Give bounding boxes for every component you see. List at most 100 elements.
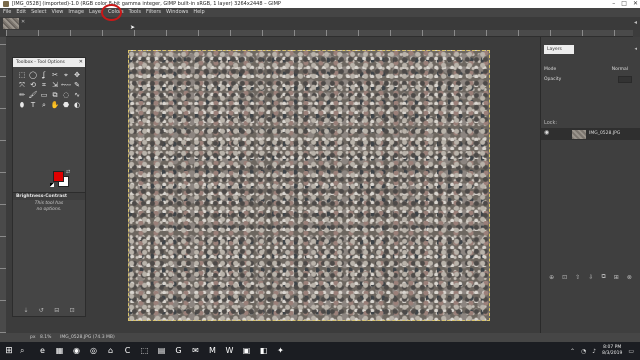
mail-icon[interactable]: ✉	[189, 344, 202, 358]
pencil-tool-icon[interactable]: ✎	[72, 81, 82, 90]
toolbox-tab[interactable]: Toolbox - Tool Options ✕	[13, 58, 85, 67]
volume-icon[interactable]: ♪	[592, 348, 596, 355]
warp-tool-icon[interactable]: ⬳	[61, 81, 71, 90]
text-tool-icon[interactable]: T	[28, 101, 38, 110]
foreground-color-swatch[interactable]	[53, 171, 64, 182]
menu-view[interactable]: View	[52, 8, 64, 17]
tool-options-footer: ⇣ ↺ ⊟ ⊡	[13, 304, 85, 316]
chevron-up-icon[interactable]: ⌃	[570, 348, 575, 355]
clock[interactable]: 8:07 PM 8/3/2019	[602, 345, 622, 357]
bucket-fill-tool-icon[interactable]: ⬣	[61, 101, 71, 110]
chrome-icon[interactable]: ◉	[70, 344, 83, 358]
zoom-tool-icon[interactable]: ⌕	[39, 101, 49, 110]
g-app-icon[interactable]: G	[172, 344, 185, 358]
image-canvas[interactable]	[128, 50, 490, 321]
close-icon[interactable]: ✕	[633, 0, 638, 8]
m-app-icon[interactable]: M	[206, 344, 219, 358]
tabs-menu-icon[interactable]: ◂	[634, 19, 637, 26]
layers-menu-icon[interactable]: ◂	[634, 46, 637, 52]
home-icon[interactable]: ⌂	[104, 344, 117, 358]
menu-help[interactable]: Help	[193, 8, 204, 17]
edge-icon[interactable]: e	[36, 344, 49, 358]
crop-tool-icon[interactable]: ⌗	[39, 81, 49, 90]
layer-name[interactable]: IMG_0528.JPG	[589, 128, 620, 140]
window-app-icon[interactable]: ⬚	[138, 344, 151, 358]
statusbar: px 8.1% IMG_0528.JPG (74.3 MB)	[0, 333, 640, 342]
windows-start-icon[interactable]: ⊞	[3, 345, 15, 357]
menu-tools[interactable]: Tools	[129, 8, 141, 17]
move-tool-icon[interactable]: ✥	[72, 71, 82, 80]
duplicate-layer-icon[interactable]: ⧉	[601, 273, 605, 281]
raise-layer-icon[interactable]: ⇧	[575, 274, 580, 281]
free-select-tool-icon[interactable]: ʆ	[39, 71, 49, 80]
mode-label: Mode	[544, 67, 557, 72]
app-icon[interactable]: ▣	[240, 344, 253, 358]
restore-options-icon[interactable]: ↺	[39, 307, 44, 314]
dodge-tool-icon[interactable]: ⬮	[17, 101, 27, 110]
explorer-icon[interactable]: ▦	[53, 344, 66, 358]
calculator-icon[interactable]: ▤	[155, 344, 168, 358]
delete-layer-icon[interactable]: ⊗	[627, 274, 632, 281]
gimp-taskbar-icon[interactable]: ◧	[257, 344, 270, 358]
blur-tool-icon[interactable]: ◌	[61, 91, 71, 100]
align-tool-icon[interactable]: ⤧	[17, 81, 27, 90]
smudge-tool-icon[interactable]: ∿	[72, 91, 82, 100]
anchor-layer-icon[interactable]: ⊞	[614, 274, 619, 281]
star-app-icon[interactable]: ✦	[274, 344, 287, 358]
menubar: File Edit Select View Image Layer Colors…	[0, 8, 640, 17]
clone-tool-icon[interactable]: ⧉	[50, 91, 60, 100]
mode-select[interactable]: Normal	[612, 65, 628, 74]
layer-item[interactable]: ◉ IMG_0528.JPG	[541, 128, 640, 140]
fuzzy-select-tool-icon[interactable]: ⌖	[61, 71, 71, 80]
delete-options-icon[interactable]: ⊟	[54, 307, 59, 314]
tab-close-icon[interactable]: ✕	[21, 19, 25, 25]
window-titlebar[interactable]: [IMG_0528] (imported)-1.0 (RGB color 8-b…	[0, 0, 640, 8]
status-file-info: IMG_0528.JPG (74.3 MB)	[60, 335, 115, 340]
rect-select-tool-icon[interactable]: ⬚	[17, 71, 27, 80]
new-group-icon[interactable]: ⊡	[562, 274, 567, 281]
word-icon[interactable]: W	[223, 344, 236, 358]
minimize-icon[interactable]: –	[612, 0, 615, 8]
ellipse-select-tool-icon[interactable]: ◯	[28, 71, 38, 80]
horizontal-ruler[interactable]	[6, 30, 633, 37]
rotate-tool-icon[interactable]: ⟲	[28, 81, 38, 90]
menu-image[interactable]: Image	[68, 8, 84, 17]
system-tray: ⌃ ◔ ♪ 8:07 PM 8/3/2019 ▭	[570, 343, 634, 359]
window-title: [IMG_0528] (imported)-1.0 (RGB color 8-b…	[12, 1, 281, 7]
lower-layer-icon[interactable]: ⇩	[588, 274, 593, 281]
scale-tool-icon[interactable]: ⇲	[50, 81, 60, 90]
layers-panel: Layers ◂ Mode Normal Opacity Lock: ◉ IMG…	[540, 37, 640, 333]
menu-filters[interactable]: Filters	[146, 8, 161, 17]
maximize-icon[interactable]: □	[621, 0, 627, 8]
save-options-icon[interactable]: ⇣	[23, 307, 28, 314]
firefox-icon[interactable]: ◎	[87, 344, 100, 358]
layers-tab[interactable]: Layers	[544, 45, 574, 54]
mode-row: Mode Normal	[544, 65, 638, 74]
menu-file[interactable]: File	[3, 8, 11, 17]
unit-select[interactable]: px	[30, 333, 36, 342]
reset-options-icon[interactable]: ⊡	[70, 307, 75, 314]
c-app-icon[interactable]: C	[121, 344, 134, 358]
menu-windows[interactable]: Windows	[166, 8, 188, 17]
hand-tool-icon[interactable]: ✋	[50, 101, 60, 110]
network-icon[interactable]: ◔	[581, 348, 586, 355]
eraser-tool-icon[interactable]: ▭	[39, 91, 49, 100]
opacity-field[interactable]	[618, 76, 632, 83]
paintbrush-tool-icon[interactable]: 🖌	[28, 91, 38, 100]
gradient-tool-icon[interactable]: ◐	[72, 101, 82, 110]
menu-select[interactable]: Select	[31, 8, 46, 17]
visibility-eye-icon[interactable]: ◉	[544, 129, 549, 136]
ink-tool-icon[interactable]: ✏	[17, 91, 27, 100]
scissors-tool-icon[interactable]: ✂	[50, 71, 60, 80]
new-layer-icon[interactable]: ⊕	[549, 274, 554, 281]
close-icon[interactable]: ✕	[79, 58, 83, 67]
notifications-icon[interactable]: ▭	[628, 348, 634, 355]
reset-colors-icon[interactable]	[50, 183, 54, 187]
swap-colors-icon[interactable]: ⇄	[66, 169, 70, 175]
search-icon[interactable]: ⌕	[20, 345, 24, 357]
image-tab-thumbnail[interactable]	[3, 18, 19, 29]
menu-edit[interactable]: Edit	[16, 8, 26, 17]
lock-row: Lock:	[544, 120, 557, 126]
layers-footer: ⊕ ⊡ ⇧ ⇩ ⧉ ⊞ ⊗	[541, 272, 640, 282]
zoom-select[interactable]: 8.1%	[40, 333, 51, 342]
